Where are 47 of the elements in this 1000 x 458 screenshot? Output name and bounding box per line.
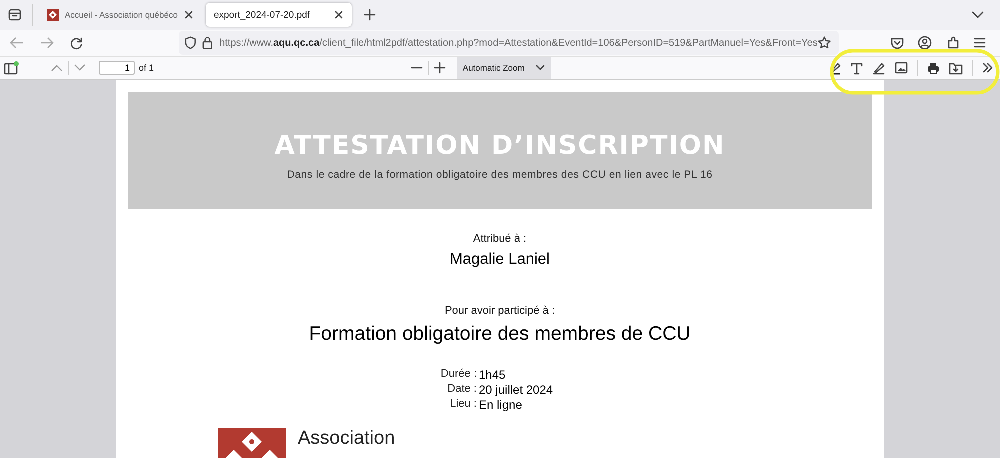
zoom-select[interactable]: Automatic Zoom bbox=[456, 57, 551, 79]
shield-icon bbox=[185, 36, 196, 50]
detail-label: Date : bbox=[446, 383, 477, 397]
browser-tab[interactable]: export_2024-07-20.pdf bbox=[206, 3, 352, 27]
caret-icon bbox=[536, 65, 545, 71]
detail-label: Durée : bbox=[440, 368, 477, 382]
site-favicon-icon bbox=[47, 9, 59, 21]
detail-label: Lieu : bbox=[449, 398, 477, 412]
course-name: Formation obligatoire des membres de CCU bbox=[309, 323, 691, 346]
new-tab-icon[interactable] bbox=[364, 9, 376, 21]
tab-list-icon[interactable] bbox=[8, 8, 22, 22]
page-number-field[interactable]: 1 bbox=[99, 61, 135, 75]
print-icon[interactable] bbox=[927, 62, 940, 74]
address-bar[interactable]: https://www.aqu.qc.ca/client_file/html2pdf/attestation.php?mod=Attestation&EventId=106&PersonID=519&PartManuel=Yes&Front=Yes bbox=[179, 31, 839, 55]
text-tool-icon[interactable] bbox=[851, 62, 863, 74]
page-count: of 1 bbox=[139, 63, 154, 73]
close-icon[interactable] bbox=[334, 10, 344, 20]
chevron-down-icon[interactable] bbox=[972, 11, 984, 19]
image-icon[interactable] bbox=[895, 62, 908, 74]
detail-value: En ligne bbox=[479, 398, 524, 412]
detail-value: 20 juillet 2024 bbox=[479, 383, 554, 397]
extensions-icon[interactable] bbox=[946, 36, 960, 50]
browser-tab[interactable]: Accueil - Association québéco bbox=[39, 3, 202, 27]
field-label: Pour avoir participé à : bbox=[444, 305, 556, 317]
lock-icon bbox=[202, 36, 214, 50]
pen-icon[interactable] bbox=[872, 61, 886, 75]
sidebar-toggle-icon[interactable] bbox=[4, 61, 20, 75]
previous-page-icon[interactable] bbox=[51, 64, 63, 72]
recipient-name: Magalie Laniel bbox=[450, 251, 550, 269]
double-chevron-icon[interactable] bbox=[982, 62, 994, 74]
reload-icon[interactable] bbox=[70, 36, 83, 50]
tab-title: Accueil - Association québéco bbox=[65, 10, 178, 20]
next-page-icon[interactable] bbox=[74, 64, 86, 72]
highlighter-icon[interactable] bbox=[828, 61, 842, 75]
close-icon[interactable] bbox=[184, 10, 194, 20]
zoom-in-icon[interactable] bbox=[434, 62, 446, 74]
certificate-subtitle: Dans le cadre de la formation obligatoire des membres des CCU en lien avec le PL 16 bbox=[287, 168, 713, 180]
bookmark-star-icon[interactable] bbox=[818, 36, 832, 50]
detail-value: 1h45 bbox=[479, 368, 507, 382]
account-icon[interactable] bbox=[918, 36, 932, 50]
url-text: https://www.aqu.qc.ca/client_file/html2pdf/attestation.php?mod=Attestation&EventId=106&PersonID=519&PartManuel=Yes&Front=Yes bbox=[220, 38, 818, 48]
field-label: Attribué à : bbox=[473, 233, 527, 245]
logo-text: Association bbox=[298, 428, 396, 450]
tab-title: export_2024-07-20.pdf bbox=[214, 10, 312, 20]
menu-icon[interactable] bbox=[974, 38, 986, 48]
save-icon[interactable] bbox=[949, 62, 963, 74]
pocket-icon[interactable] bbox=[891, 37, 904, 49]
